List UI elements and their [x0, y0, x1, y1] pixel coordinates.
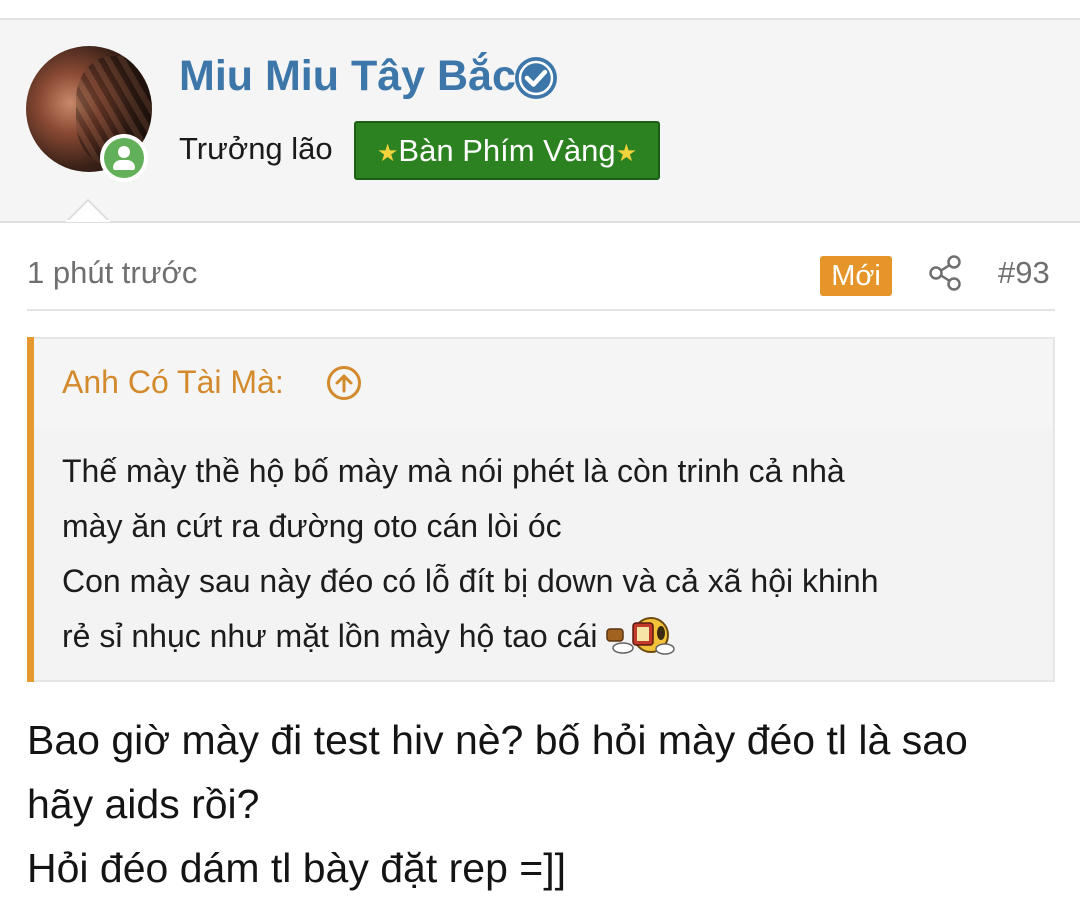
- post-number[interactable]: #93: [998, 255, 1050, 291]
- post-time[interactable]: 1 phút trước: [27, 255, 197, 291]
- username[interactable]: Miu Miu Tây Bắc: [179, 52, 516, 101]
- message-line: hãy aids rồi?: [27, 781, 260, 827]
- quote-content: Thế mày thề hộ bố mày mà nói phét là còn…: [62, 444, 1042, 664]
- post-message: Bao giờ mày đi test hiv nè? bố hỏi mày đ…: [27, 708, 1057, 900]
- share-icon[interactable]: [928, 255, 962, 291]
- user-banner-label: Bàn Phím Vàng: [398, 133, 616, 168]
- verified-check-icon: [515, 57, 557, 99]
- user-banner: ★Bàn Phím Vàng★: [354, 121, 660, 180]
- new-badge: Mới: [820, 256, 892, 296]
- online-user-icon: [100, 134, 148, 182]
- quote-accent-bar: [27, 337, 34, 682]
- quote-line: mày ăn cứt ra đường oto cán lòi óc: [62, 508, 562, 544]
- star-icon: ★: [615, 140, 638, 167]
- star-icon: ★: [376, 140, 399, 167]
- top-border: [0, 0, 1080, 20]
- header-pointer: [66, 198, 110, 222]
- quote-line-with-emoji: rẻ sỉ nhục như mặt lồn mày hộ tao cái: [62, 609, 1042, 664]
- quote-author[interactable]: Anh Có Tài Mà:: [62, 364, 284, 401]
- message-line: Bao giờ mày đi test hiv nè? bố hỏi mày đ…: [27, 717, 968, 763]
- quote-line: Con mày sau này đéo có lỗ đít bị down và…: [62, 563, 879, 599]
- message-line: Hỏi đéo dám tl bày đặt rep =]]: [27, 845, 567, 891]
- divider: [27, 309, 1055, 311]
- quote-line: rẻ sỉ nhục như mặt lồn mày hộ tao cái: [62, 618, 598, 654]
- jump-to-quote-icon[interactable]: [326, 365, 362, 401]
- quote-line: Thế mày thề hộ bố mày mà nói phét là còn…: [62, 453, 845, 489]
- rage-smiley-emoji: [606, 616, 676, 655]
- user-title: Trưởng lão: [179, 131, 333, 166]
